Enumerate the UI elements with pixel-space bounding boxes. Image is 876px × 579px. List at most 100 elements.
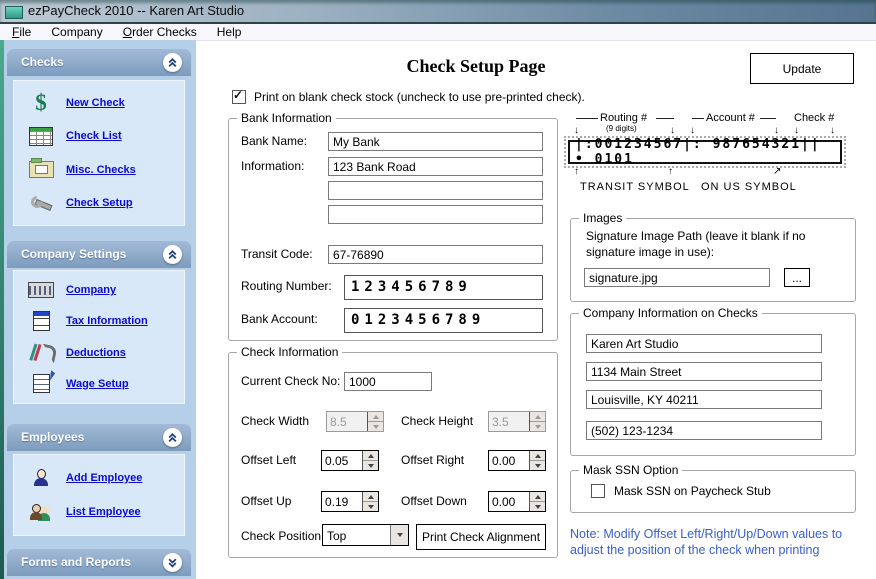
check-width-stepper[interactable]: 8.5: [326, 411, 384, 432]
sidebar-section-forms-reports-header[interactable]: Forms and Reports: [7, 549, 191, 576]
sidebar-item-add-employee[interactable]: Add Employee: [14, 466, 184, 490]
stepper-buttons[interactable]: [529, 492, 545, 511]
signature-path-field[interactable]: signature.jpg: [584, 268, 770, 287]
sidebar-link[interactable]: List Employee: [66, 506, 141, 518]
stepper-up-icon[interactable]: [530, 412, 545, 422]
sidebar-link[interactable]: Deductions: [66, 347, 126, 359]
stepper-down-icon[interactable]: [363, 461, 378, 470]
tools-icon: [28, 341, 54, 365]
arrow-down-icon: ↓: [670, 126, 675, 136]
update-button[interactable]: Update: [750, 53, 854, 84]
sidebar-link[interactable]: Misc. Checks: [66, 164, 136, 176]
check-position-select[interactable]: Top: [322, 524, 409, 546]
sidebar-section-forms-reports-title: Forms and Reports: [21, 555, 131, 569]
stepper-up-icon[interactable]: [368, 412, 383, 422]
sidebar-item-check-setup[interactable]: Check Setup: [14, 191, 184, 215]
sidebar-item-company[interactable]: Company: [14, 278, 184, 302]
sidebar-link[interactable]: Wage Setup: [66, 378, 129, 390]
offset-up-label: Offset Up: [241, 494, 291, 508]
sidebar-item-check-list[interactable]: Check List: [14, 124, 184, 148]
dropdown-arrow-icon[interactable]: [390, 525, 408, 545]
title-bar: ezPayCheck 2010 -- Karen Art Studio: [0, 0, 876, 24]
sidebar-item-tax-information[interactable]: Tax Information: [14, 309, 184, 333]
sidebar-link[interactable]: Company: [66, 284, 116, 296]
sidebar-link[interactable]: Check List: [66, 130, 122, 142]
mask-ssn-checkbox[interactable]: [591, 484, 605, 498]
collapse-chevron-up-icon[interactable]: [163, 53, 182, 72]
menu-file[interactable]: File: [2, 25, 41, 39]
menu-company[interactable]: Company: [41, 25, 112, 39]
browse-button[interactable]: ...: [784, 268, 810, 287]
company-city-field[interactable]: Louisville, KY 40211: [586, 390, 822, 409]
mask-ssn-group-title: Mask SSN Option: [579, 463, 682, 477]
offset-up-stepper[interactable]: 0.19: [321, 491, 379, 512]
collapse-chevron-up-icon[interactable]: [163, 245, 182, 264]
stepper-up-icon[interactable]: [530, 492, 545, 502]
current-check-no-label: Current Check No:: [241, 374, 340, 388]
sidebar-item-new-check[interactable]: $ New Check: [14, 91, 184, 115]
sidebar-section-company-settings-header[interactable]: Company Settings: [7, 241, 191, 268]
sidebar-item-list-employee[interactable]: List Employee: [14, 500, 184, 524]
stepper-down-icon[interactable]: [530, 502, 545, 511]
company-name-field[interactable]: Karen Art Studio: [586, 334, 822, 353]
stepper-down-icon[interactable]: [363, 502, 378, 511]
stepper-down-icon[interactable]: [368, 422, 383, 431]
sidebar-section-checks-header[interactable]: Checks: [7, 49, 191, 76]
offset-right-stepper[interactable]: 0.00: [488, 450, 546, 471]
stepper-buttons[interactable]: [367, 412, 383, 431]
transit-code-label: Transit Code:: [241, 247, 313, 261]
bank-information-field-1[interactable]: 123 Bank Road: [328, 157, 543, 176]
stepper-buttons[interactable]: [362, 492, 378, 511]
sidebar-item-deductions[interactable]: Deductions: [14, 341, 184, 365]
company-street-field[interactable]: 1134 Main Street: [586, 362, 822, 381]
bank-name-field[interactable]: My Bank: [328, 132, 543, 151]
offset-up-value: 0.19: [322, 492, 362, 511]
check-height-stepper[interactable]: 3.5: [488, 411, 546, 432]
onus-symbol-label: ON US SYMBOL: [701, 181, 797, 193]
arrow-down-icon: ↓: [574, 126, 579, 136]
stepper-up-icon[interactable]: [530, 451, 545, 461]
collapse-chevron-up-icon[interactable]: [163, 428, 182, 447]
stepper-buttons[interactable]: [362, 451, 378, 470]
sidebar-link[interactable]: Tax Information: [66, 315, 148, 327]
bank-information-field-2[interactable]: [328, 181, 543, 200]
sidebar-section-employees-header[interactable]: Employees: [7, 424, 191, 451]
sidebar-link[interactable]: Add Employee: [66, 472, 142, 484]
sidebar-panel-checks: $ New Check Check List Misc. Checks Chec…: [13, 80, 185, 226]
app-icon: [5, 6, 23, 19]
bank-information-field-3[interactable]: [328, 205, 543, 224]
menu-order-checks[interactable]: Order Checks: [113, 25, 207, 39]
print-check-alignment-button[interactable]: Print Check Alignment: [416, 524, 546, 550]
routing-number-field[interactable]: 123456789: [344, 275, 543, 300]
micr-routing-sublabel: (9 digits): [606, 124, 637, 133]
transit-code-field[interactable]: 67-76890: [328, 245, 543, 264]
bank-account-field[interactable]: 0123456789: [344, 308, 543, 333]
print-blank-stock-checkbox[interactable]: [232, 90, 246, 104]
stepper-down-icon[interactable]: [530, 422, 545, 431]
stepper-buttons[interactable]: [529, 412, 545, 431]
stepper-down-icon[interactable]: [530, 461, 545, 470]
menu-help[interactable]: Help: [207, 25, 252, 39]
sidebar-section-employees-title: Employees: [21, 430, 84, 444]
diagram-line: [656, 118, 674, 119]
offset-left-stepper[interactable]: 0.05: [321, 450, 379, 471]
offset-down-stepper[interactable]: 0.00: [488, 491, 546, 512]
sidebar-section-company-settings-title: Company Settings: [21, 247, 126, 261]
images-group-title: Images: [579, 211, 626, 225]
building-icon: [28, 278, 54, 302]
sidebar-link[interactable]: New Check: [66, 97, 125, 109]
wrench-icon: [28, 191, 54, 215]
sidebar-link[interactable]: Check Setup: [66, 197, 133, 209]
expand-chevron-down-icon[interactable]: [163, 553, 182, 572]
arrow-down-icon: ↓: [690, 126, 695, 136]
check-position-value: Top: [323, 525, 390, 545]
company-phone-field[interactable]: (502) 123-1234: [586, 421, 822, 440]
stepper-up-icon[interactable]: [363, 451, 378, 461]
sidebar-item-misc-checks[interactable]: Misc. Checks: [14, 158, 184, 182]
stepper-buttons[interactable]: [529, 451, 545, 470]
current-check-no-field[interactable]: 1000: [344, 372, 432, 391]
check-position-label: Check Position: [241, 529, 321, 543]
sidebar: Checks $ New Check Check List Misc. Chec…: [4, 40, 196, 579]
stepper-up-icon[interactable]: [363, 492, 378, 502]
sidebar-item-wage-setup[interactable]: Wage Setup: [14, 372, 184, 396]
